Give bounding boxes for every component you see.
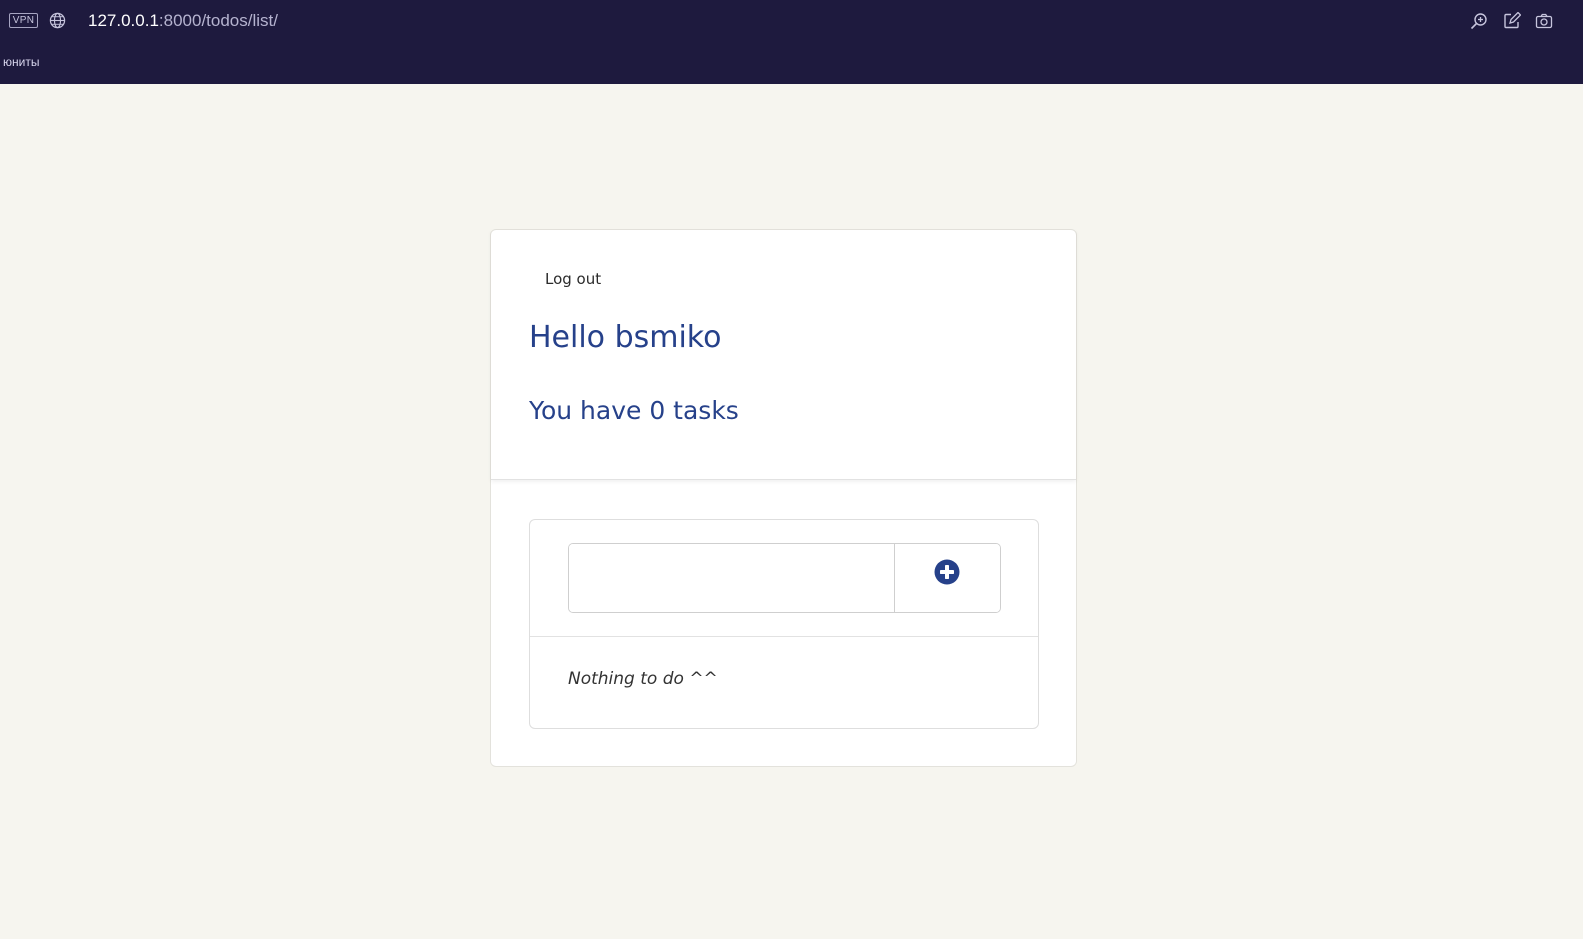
divider [530,636,1038,637]
browser-chrome: VPN 127.0.0.1:8000/todos/list/ юниты [0,0,1583,84]
url-field[interactable]: 127.0.0.1:8000/todos/list/ [88,10,278,32]
url-host: 127.0.0.1 [88,11,159,30]
greeting-heading: Hello bsmiko [529,320,722,355]
bookmark-item[interactable]: юниты [3,55,39,69]
edit-page-icon[interactable] [1503,12,1521,30]
bookmarks-bar: юниты [0,50,1583,76]
logout-link[interactable]: Log out [545,270,601,288]
task-count-heading: You have 0 tasks [529,396,739,425]
plus-circle-icon [934,559,960,585]
card-header: Log out Hello bsmiko You have 0 tasks [491,230,1076,480]
address-bar: VPN 127.0.0.1:8000/todos/list/ [0,0,1583,42]
add-task-button[interactable] [895,544,1000,612]
todo-card: Log out Hello bsmiko You have 0 tasks No… [490,229,1077,767]
add-task-form [568,543,1001,613]
empty-state-message: Nothing to do ^^ [568,669,718,689]
globe-icon[interactable] [49,12,66,29]
vpn-button[interactable]: VPN [9,13,38,28]
todo-list-panel: Nothing to do ^^ [529,519,1039,729]
url-path: :8000/todos/list/ [158,11,278,30]
new-task-input[interactable] [569,544,895,612]
screenshot-icon[interactable] [1535,12,1553,30]
zoom-in-icon[interactable] [1470,12,1488,30]
